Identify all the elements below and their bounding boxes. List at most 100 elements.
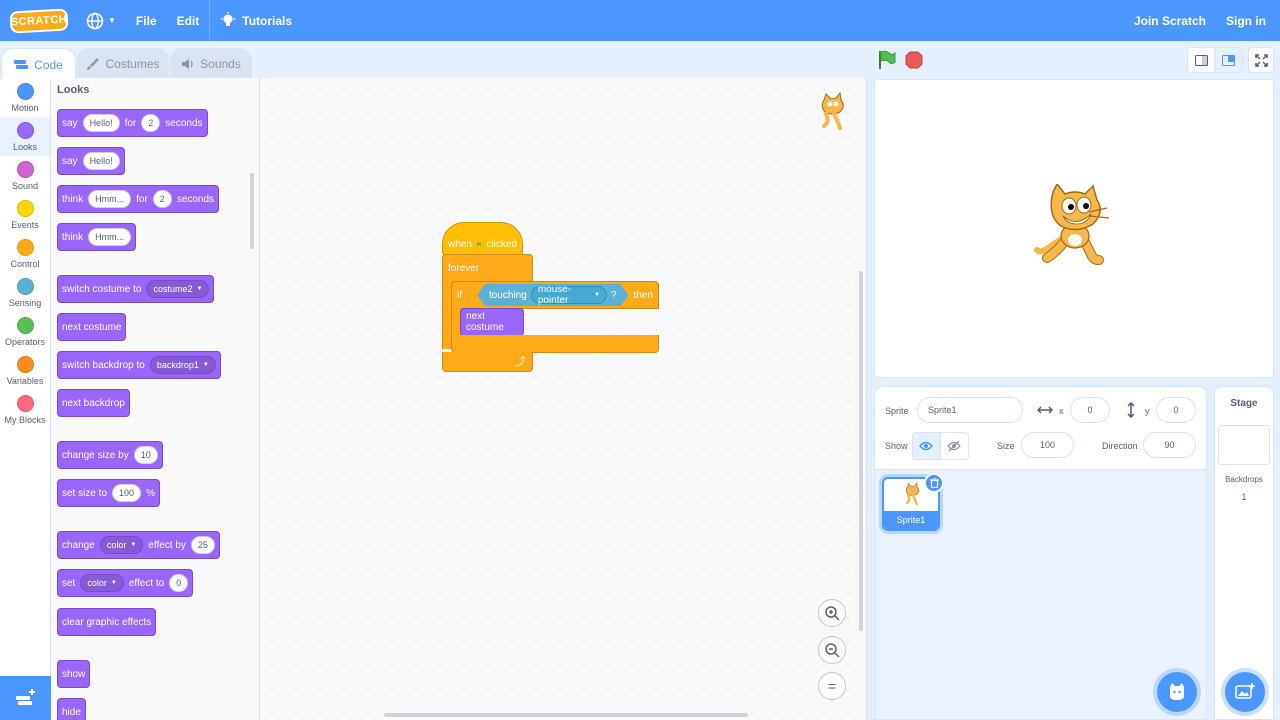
tab-code[interactable]: Code: [1, 48, 76, 80]
equals-icon: =: [827, 678, 837, 694]
choose-sprite-button[interactable]: [1157, 672, 1197, 712]
edit-menu[interactable]: Edit: [167, 0, 210, 41]
large-stage-button[interactable]: [1215, 48, 1242, 72]
green-flag-button[interactable]: [876, 49, 898, 71]
direction-field[interactable]: 90: [1143, 432, 1196, 458]
choose-backdrop-button[interactable]: [1225, 672, 1265, 712]
backdrop-thumbnail[interactable]: [1218, 425, 1270, 465]
block-change-size[interactable]: change size by 10: [57, 441, 163, 469]
scratch-logo[interactable]: SCRATCH: [9, 7, 69, 34]
sign-in-link[interactable]: Sign in: [1216, 0, 1280, 41]
category-sensing[interactable]: Sensing: [0, 273, 50, 312]
backdrop-dropdown[interactable]: backdrop1 ▼: [149, 356, 216, 374]
effect-dropdown[interactable]: color ▼: [99, 536, 144, 554]
category-looks[interactable]: Looks: [0, 117, 50, 156]
category-events[interactable]: Events: [0, 195, 50, 234]
stop-button[interactable]: [904, 50, 924, 70]
block-input[interactable]: 100: [112, 484, 142, 502]
workspace-vertical-scrollbar[interactable]: [859, 271, 863, 631]
block-say[interactable]: say Hello!: [57, 147, 125, 175]
block-input[interactable]: Hmm...: [88, 190, 132, 208]
palette-scrollbar[interactable]: [250, 173, 254, 249]
block-hide[interactable]: hide: [57, 698, 86, 720]
language-menu[interactable]: ▼: [76, 0, 126, 41]
category-motion[interactable]: Motion: [0, 78, 50, 117]
block-text: think: [62, 193, 84, 205]
when-flag-clicked-block[interactable]: when clicked: [442, 222, 523, 256]
small-stage-button[interactable]: [1188, 48, 1216, 72]
category-label: Sensing: [8, 297, 42, 308]
block-input[interactable]: Hello!: [82, 152, 120, 170]
effect-dropdown[interactable]: color ▼: [80, 574, 124, 592]
block-next-backdrop[interactable]: next backdrop: [57, 389, 130, 417]
block-say-for-secs[interactable]: say Hello! for 2 seconds: [57, 109, 208, 137]
block-input[interactable]: 10: [133, 446, 158, 464]
block-input[interactable]: Hello!: [82, 114, 120, 132]
touching-target-dropdown[interactable]: mouse-pointer ▼: [531, 286, 607, 304]
stage-target-pane[interactable]: Stage Backdrops 1: [1214, 386, 1274, 720]
block-show[interactable]: show: [57, 660, 91, 688]
costume-dropdown[interactable]: costume2 ▼: [146, 280, 210, 298]
if-then-block[interactable]: if touching mouse-pointer ▼ ? then: [451, 281, 659, 309]
tutorials-button[interactable]: Tutorials: [210, 0, 302, 41]
category-dot: [16, 199, 34, 217]
globe-icon: [86, 12, 104, 29]
block-think[interactable]: think Hmm...: [57, 223, 137, 251]
block-change-effect[interactable]: change color ▼ effect by 25: [57, 531, 220, 559]
block-think-for-secs[interactable]: think Hmm... for 2 seconds: [57, 185, 220, 213]
size-field[interactable]: 100: [1021, 432, 1074, 458]
show-sprite-button[interactable]: [913, 433, 941, 459]
x-field[interactable]: 0: [1070, 397, 1110, 423]
category-sound[interactable]: Sound: [0, 156, 50, 195]
block-text: effect to: [128, 577, 165, 589]
cat-thumbnail-icon: [905, 482, 920, 506]
block-input[interactable]: 2: [152, 190, 172, 208]
sprite-name-field[interactable]: Sprite1: [917, 397, 1023, 423]
tab-costumes[interactable]: Costumes: [77, 48, 169, 79]
category-dot: [16, 160, 34, 178]
category-operators[interactable]: Operators: [0, 312, 50, 351]
block-input[interactable]: 25: [190, 536, 215, 554]
block-set-size[interactable]: set size to 100 %: [57, 479, 160, 507]
block-clear-effects[interactable]: clear graphic effects: [57, 608, 157, 636]
category-control[interactable]: Control: [0, 234, 50, 273]
next-costume-block[interactable]: next costume: [460, 308, 524, 336]
block-text: ?: [610, 289, 617, 301]
code-workspace[interactable]: when clicked forever if touching mouse-p…: [260, 78, 867, 720]
file-menu[interactable]: File: [126, 0, 167, 41]
block-switch-costume[interactable]: switch costume to costume2 ▼: [57, 275, 215, 303]
forever-block[interactable]: forever: [442, 254, 533, 282]
block-input[interactable]: Hmm...: [88, 228, 132, 246]
block-switch-backdrop[interactable]: switch backdrop to backdrop1 ▼: [57, 351, 221, 379]
cat-sprite[interactable]: [1031, 184, 1117, 272]
block-input[interactable]: 2: [141, 114, 161, 132]
block-text: next costume: [62, 321, 122, 333]
dropdown-value: costume2: [153, 284, 193, 294]
fullscreen-button[interactable]: [1248, 47, 1274, 73]
zoom-reset-button[interactable]: =: [818, 672, 846, 700]
y-field[interactable]: 0: [1156, 397, 1196, 423]
category-dot: [16, 277, 34, 295]
block-input[interactable]: 0: [169, 574, 189, 592]
dropdown-value: color: [106, 540, 127, 550]
hide-sprite-button[interactable]: [941, 433, 968, 459]
add-extension-button[interactable]: [0, 676, 51, 720]
block-text: forever: [448, 263, 480, 274]
block-next-costume[interactable]: next costume: [57, 313, 127, 341]
block-text: hide: [62, 706, 81, 718]
category-variables[interactable]: Variables: [0, 351, 50, 390]
visibility-toggle: [912, 432, 969, 460]
tab-sounds[interactable]: Sounds: [170, 48, 252, 79]
delete-sprite-button[interactable]: [924, 473, 944, 493]
join-scratch-link[interactable]: Join Scratch: [1124, 0, 1216, 41]
green-flag-icon: [879, 50, 896, 69]
workspace-horizontal-scrollbar[interactable]: [384, 713, 748, 717]
zoom-in-button[interactable]: [818, 599, 846, 627]
touching-sensing-block[interactable]: touching mouse-pointer ▼ ?: [477, 284, 629, 306]
block-set-effect[interactable]: set color ▼ effect to 0: [57, 569, 194, 597]
x-label: x: [1059, 406, 1064, 416]
block-text: %: [146, 487, 155, 499]
stage-canvas[interactable]: [874, 79, 1274, 378]
category-my-blocks[interactable]: My Blocks: [0, 390, 50, 429]
zoom-out-button[interactable]: [818, 636, 846, 664]
